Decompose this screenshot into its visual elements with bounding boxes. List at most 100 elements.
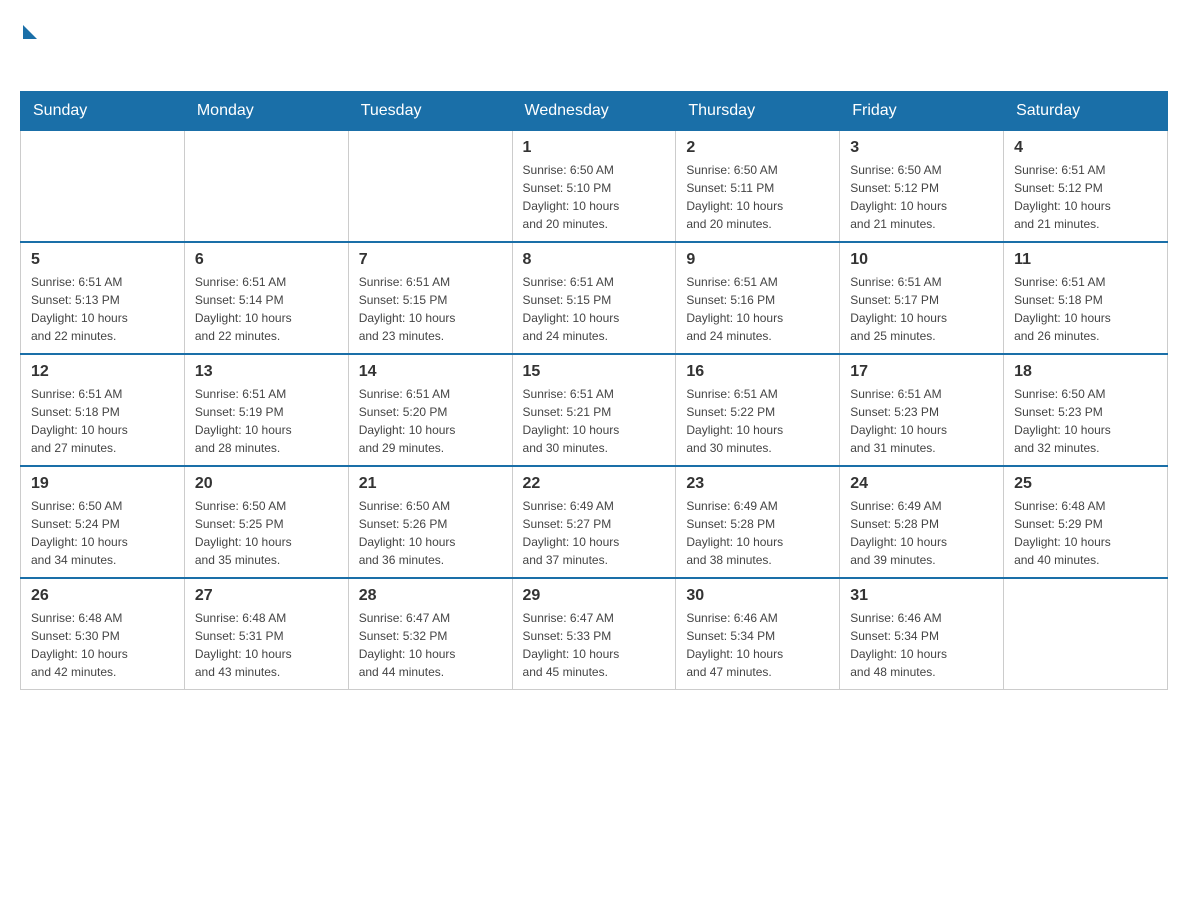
calendar-cell: 11 Sunrise: 6:51 AM Sunset: 5:18 PM Dayli… [1004,242,1168,354]
calendar-cell: 26 Sunrise: 6:48 AM Sunset: 5:30 PM Dayli… [21,578,185,690]
weekday-header-wednesday: Wednesday [512,92,676,131]
calendar-cell: 16 Sunrise: 6:51 AM Sunset: 5:22 PM Dayli… [676,354,840,466]
day-number: 26 [31,587,174,605]
day-info: Sunrise: 6:51 AM Sunset: 5:15 PM Dayligh… [523,273,666,345]
day-info: Sunrise: 6:50 AM Sunset: 5:23 PM Dayligh… [1014,385,1157,457]
calendar-cell: 30 Sunrise: 6:46 AM Sunset: 5:34 PM Dayli… [676,578,840,690]
day-number: 27 [195,587,338,605]
day-info: Sunrise: 6:51 AM Sunset: 5:18 PM Dayligh… [31,385,174,457]
logo [20,20,37,71]
calendar-cell: 14Sunrise: 6:51 AM Sunset: 5:20 PM Dayli… [348,354,512,466]
calendar-cell [348,131,512,243]
logo-arrow-icon [23,25,37,39]
calendar-cell: 31 Sunrise: 6:46 AM Sunset: 5:34 PM Dayli… [840,578,1004,690]
weekday-header-thursday: Thursday [676,92,840,131]
weekday-header-saturday: Saturday [1004,92,1168,131]
calendar-cell: 1 Sunrise: 6:50 AM Sunset: 5:10 PM Daylig… [512,131,676,243]
day-number: 4 [1014,139,1157,157]
day-info: Sunrise: 6:48 AM Sunset: 5:31 PM Dayligh… [195,609,338,681]
day-number: 29 [523,587,666,605]
day-number: 8 [523,251,666,269]
day-number: 19 [31,475,174,493]
calendar-cell: 10 Sunrise: 6:51 AM Sunset: 5:17 PM Dayli… [840,242,1004,354]
calendar-cell: 23Sunrise: 6:49 AM Sunset: 5:28 PM Dayli… [676,466,840,578]
calendar-cell: 29 Sunrise: 6:47 AM Sunset: 5:33 PM Dayli… [512,578,676,690]
calendar-cell: 24 Sunrise: 6:49 AM Sunset: 5:28 PM Dayli… [840,466,1004,578]
weekday-header-sunday: Sunday [21,92,185,131]
day-info: Sunrise: 6:51 AM Sunset: 5:14 PM Dayligh… [195,273,338,345]
week-row-1: 1 Sunrise: 6:50 AM Sunset: 5:10 PM Daylig… [21,131,1168,243]
calendar-cell [1004,578,1168,690]
day-number: 2 [686,139,829,157]
day-number: 5 [31,251,174,269]
calendar-cell: 4 Sunrise: 6:51 AM Sunset: 5:12 PM Daylig… [1004,131,1168,243]
calendar-cell: 17 Sunrise: 6:51 AM Sunset: 5:23 PM Dayli… [840,354,1004,466]
day-info: Sunrise: 6:50 AM Sunset: 5:26 PM Dayligh… [359,497,502,569]
calendar-cell: 21 Sunrise: 6:50 AM Sunset: 5:26 PM Dayli… [348,466,512,578]
day-number: 3 [850,139,993,157]
day-info: Sunrise: 6:50 AM Sunset: 5:12 PM Dayligh… [850,161,993,233]
weekday-header-monday: Monday [184,92,348,131]
day-info: Sunrise: 6:48 AM Sunset: 5:30 PM Dayligh… [31,609,174,681]
day-number: 16 [686,363,829,381]
day-number: 22 [523,475,666,493]
day-number: 31 [850,587,993,605]
week-row-2: 5Sunrise: 6:51 AM Sunset: 5:13 PM Daylig… [21,242,1168,354]
calendar-cell: 6 Sunrise: 6:51 AM Sunset: 5:14 PM Daylig… [184,242,348,354]
calendar-cell [184,131,348,243]
day-number: 15 [523,363,666,381]
day-number: 30 [686,587,829,605]
calendar-cell: 5Sunrise: 6:51 AM Sunset: 5:13 PM Daylig… [21,242,185,354]
calendar-cell: 22 Sunrise: 6:49 AM Sunset: 5:27 PM Dayli… [512,466,676,578]
page-header [20,20,1168,71]
day-number: 23 [686,475,829,493]
day-info: Sunrise: 6:51 AM Sunset: 5:12 PM Dayligh… [1014,161,1157,233]
day-info: Sunrise: 6:46 AM Sunset: 5:34 PM Dayligh… [850,609,993,681]
day-number: 24 [850,475,993,493]
day-info: Sunrise: 6:50 AM Sunset: 5:25 PM Dayligh… [195,497,338,569]
day-number: 21 [359,475,502,493]
calendar-cell [21,131,185,243]
day-info: Sunrise: 6:50 AM Sunset: 5:24 PM Dayligh… [31,497,174,569]
calendar-cell: 19 Sunrise: 6:50 AM Sunset: 5:24 PM Dayli… [21,466,185,578]
day-number: 9 [686,251,829,269]
calendar-cell: 12 Sunrise: 6:51 AM Sunset: 5:18 PM Dayli… [21,354,185,466]
day-info: Sunrise: 6:51 AM Sunset: 5:16 PM Dayligh… [686,273,829,345]
calendar-cell: 7Sunrise: 6:51 AM Sunset: 5:15 PM Daylig… [348,242,512,354]
weekday-header-tuesday: Tuesday [348,92,512,131]
day-info: Sunrise: 6:50 AM Sunset: 5:10 PM Dayligh… [523,161,666,233]
week-row-3: 12 Sunrise: 6:51 AM Sunset: 5:18 PM Dayli… [21,354,1168,466]
day-info: Sunrise: 6:46 AM Sunset: 5:34 PM Dayligh… [686,609,829,681]
day-info: Sunrise: 6:51 AM Sunset: 5:18 PM Dayligh… [1014,273,1157,345]
weekday-header-friday: Friday [840,92,1004,131]
day-number: 18 [1014,363,1157,381]
day-number: 6 [195,251,338,269]
day-number: 10 [850,251,993,269]
day-info: Sunrise: 6:48 AM Sunset: 5:29 PM Dayligh… [1014,497,1157,569]
day-info: Sunrise: 6:49 AM Sunset: 5:28 PM Dayligh… [850,497,993,569]
week-row-4: 19 Sunrise: 6:50 AM Sunset: 5:24 PM Dayli… [21,466,1168,578]
calendar-table: SundayMondayTuesdayWednesdayThursdayFrid… [20,91,1168,690]
day-info: Sunrise: 6:49 AM Sunset: 5:27 PM Dayligh… [523,497,666,569]
day-number: 14 [359,363,502,381]
day-number: 13 [195,363,338,381]
day-info: Sunrise: 6:47 AM Sunset: 5:32 PM Dayligh… [359,609,502,681]
day-number: 11 [1014,251,1157,269]
calendar-cell: 15 Sunrise: 6:51 AM Sunset: 5:21 PM Dayli… [512,354,676,466]
calendar-cell: 13 Sunrise: 6:51 AM Sunset: 5:19 PM Dayli… [184,354,348,466]
day-number: 12 [31,363,174,381]
day-info: Sunrise: 6:51 AM Sunset: 5:19 PM Dayligh… [195,385,338,457]
day-info: Sunrise: 6:47 AM Sunset: 5:33 PM Dayligh… [523,609,666,681]
calendar-cell: 27 Sunrise: 6:48 AM Sunset: 5:31 PM Dayli… [184,578,348,690]
day-number: 1 [523,139,666,157]
day-info: Sunrise: 6:51 AM Sunset: 5:22 PM Dayligh… [686,385,829,457]
calendar-cell: 25Sunrise: 6:48 AM Sunset: 5:29 PM Dayli… [1004,466,1168,578]
calendar-cell: 8 Sunrise: 6:51 AM Sunset: 5:15 PM Daylig… [512,242,676,354]
calendar-cell: 2Sunrise: 6:50 AM Sunset: 5:11 PM Daylig… [676,131,840,243]
day-info: Sunrise: 6:51 AM Sunset: 5:17 PM Dayligh… [850,273,993,345]
week-row-5: 26 Sunrise: 6:48 AM Sunset: 5:30 PM Dayli… [21,578,1168,690]
day-info: Sunrise: 6:51 AM Sunset: 5:21 PM Dayligh… [523,385,666,457]
calendar-cell: 9 Sunrise: 6:51 AM Sunset: 5:16 PM Daylig… [676,242,840,354]
day-number: 17 [850,363,993,381]
day-info: Sunrise: 6:51 AM Sunset: 5:23 PM Dayligh… [850,385,993,457]
